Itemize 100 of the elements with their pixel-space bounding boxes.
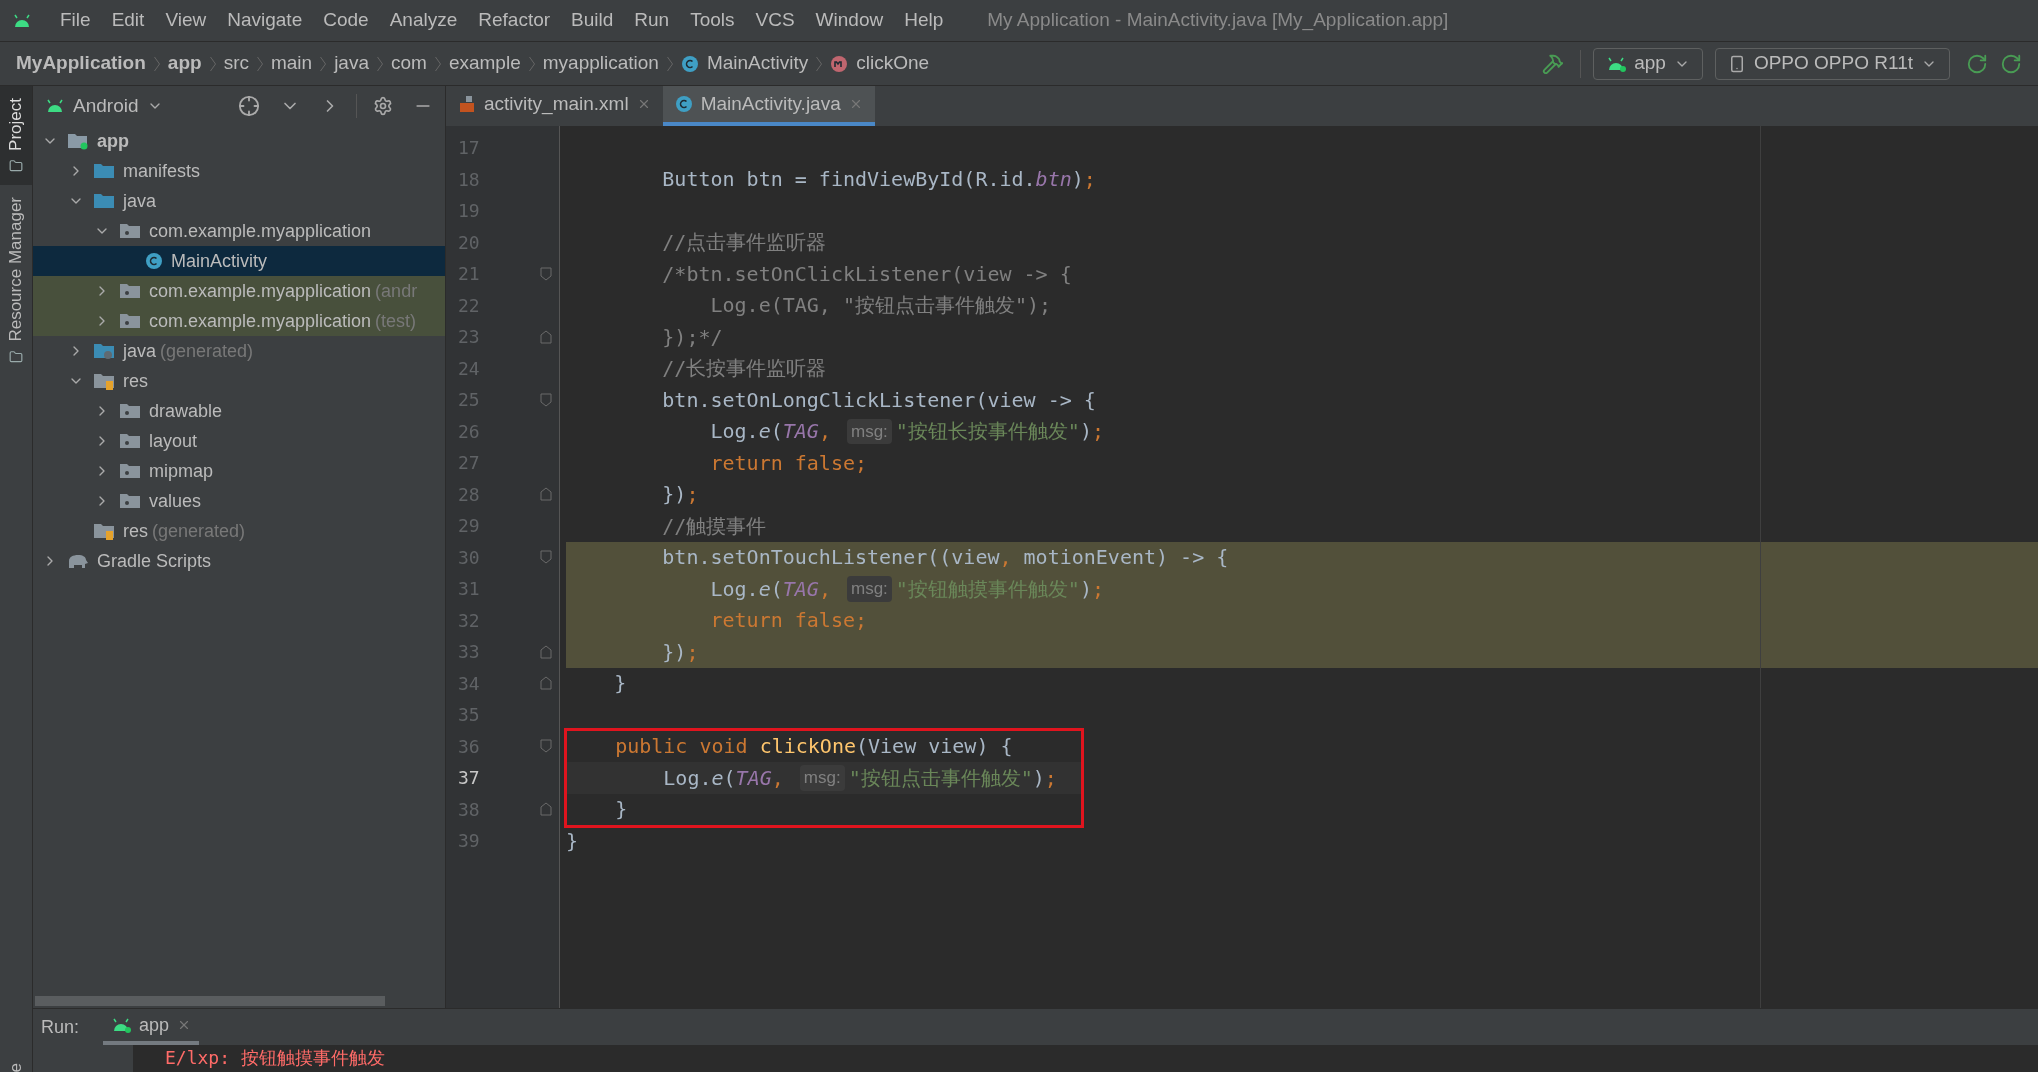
- breadcrumb-item[interactable]: java: [334, 49, 369, 78]
- separator-icon: [256, 55, 263, 72]
- tree-item-label: com.example.myapplication: [149, 279, 372, 303]
- run-label: Run:: [41, 1015, 80, 1039]
- tool-window-tab[interactable]: Project: [0, 86, 32, 185]
- restart-arrow-icon[interactable]: [1966, 52, 1988, 75]
- scrollbar[interactable]: [35, 996, 385, 1006]
- line-number: 37: [458, 766, 480, 791]
- fold-end-icon[interactable]: [539, 644, 552, 659]
- menu-item[interactable]: Edit: [111, 6, 145, 35]
- breadcrumb-item[interactable]: clickOne: [856, 49, 930, 78]
- tree-item[interactable]: manifests: [33, 156, 445, 186]
- folder-icon: [93, 162, 115, 180]
- separator-icon: [377, 55, 383, 72]
- separator-icon: [666, 55, 673, 72]
- menu-item[interactable]: File: [60, 6, 91, 35]
- generated-folder-icon: [93, 342, 115, 360]
- tree-item-label: com.example.myapplication: [149, 309, 372, 333]
- tool-window-tab[interactable]: Resource Manager: [0, 184, 32, 376]
- menu-item[interactable]: Tools: [690, 6, 735, 35]
- view-dropdown[interactable]: Android: [45, 91, 163, 121]
- separator-icon: [434, 55, 441, 72]
- menu-item[interactable]: Analyze: [389, 6, 458, 35]
- device-dropdown[interactable]: OPPO OPPO R11t: [1714, 47, 1950, 80]
- menu-item[interactable]: Run: [634, 6, 670, 35]
- code-text: }: [613, 670, 627, 698]
- separator-icon: [153, 55, 160, 72]
- tree-item[interactable]: res: [33, 366, 445, 396]
- separator-icon: [528, 55, 535, 72]
- fold-icon[interactable]: [539, 266, 552, 281]
- tree-item[interactable]: com.example.myapplication (andr: [33, 276, 445, 306]
- tree-item[interactable]: java: [33, 186, 445, 216]
- locate-icon[interactable]: [238, 95, 260, 117]
- fold-icon[interactable]: [539, 392, 552, 407]
- fold-icon[interactable]: [539, 550, 552, 565]
- separator-icon: [209, 55, 216, 72]
- tree-item-label: res: [123, 519, 148, 543]
- breadcrumb-item[interactable]: src: [223, 49, 249, 78]
- breadcrumb-item[interactable]: com: [391, 49, 427, 78]
- package-folder-icon: [119, 282, 141, 300]
- fold-end-icon[interactable]: [539, 329, 552, 344]
- breadcrumb-item[interactable]: main: [270, 49, 313, 78]
- code-text: });: [661, 638, 699, 666]
- tree-item[interactable]: MainActivity: [33, 246, 445, 276]
- android-icon: [1606, 55, 1627, 72]
- menu-item[interactable]: Code: [323, 6, 369, 35]
- tree-item-label: java: [123, 339, 157, 363]
- android-icon: [111, 1017, 132, 1033]
- fold-end-icon[interactable]: [539, 487, 552, 502]
- editor-tab[interactable]: MainActivity.java: [662, 86, 875, 126]
- menu-item[interactable]: View: [165, 6, 207, 35]
- tree-item-suffix: (generated): [160, 339, 254, 363]
- fold-icon[interactable]: [539, 739, 552, 754]
- menu-item[interactable]: Window: [815, 6, 884, 35]
- breadcrumb-item[interactable]: myapplication: [542, 49, 659, 78]
- menu-item[interactable]: Help: [904, 6, 944, 35]
- tree-item[interactable]: layout: [33, 426, 445, 456]
- fold-end-icon[interactable]: [539, 676, 552, 691]
- code-text: //点击事件监听器: [661, 229, 827, 257]
- package-folder-icon: [119, 432, 141, 450]
- tree-item[interactable]: com.example.myapplication: [33, 216, 445, 246]
- tree-item[interactable]: mipmap: [33, 456, 445, 486]
- breadcrumb-item[interactable]: app: [167, 49, 202, 78]
- menu-item[interactable]: Navigate: [227, 6, 303, 35]
- menu-item[interactable]: Refactor: [478, 6, 551, 35]
- class-icon: [680, 54, 699, 73]
- breadcrumb-item[interactable]: MainActivity: [706, 49, 809, 78]
- tree-item[interactable]: drawable: [33, 396, 445, 426]
- tree-item-label: Gradle Scripts: [97, 549, 212, 573]
- tree-item-label: MainActivity: [171, 249, 268, 273]
- tree-item-suffix: (generated): [152, 519, 246, 543]
- tree-item[interactable]: Gradle Scripts: [33, 546, 445, 576]
- window-title: My Application - MainActivity.java [My_Application.app]: [987, 8, 1449, 33]
- breadcrumb-item[interactable]: MyApplication: [16, 49, 146, 78]
- restart-arrow-icon[interactable]: [2000, 52, 2022, 75]
- code-text: Log.e(TAG, msg: "按钮点击事件触发");: [662, 764, 1057, 793]
- module-dropdown[interactable]: app: [1593, 47, 1703, 80]
- menu-item[interactable]: Build: [571, 6, 614, 35]
- code-text: public void clickOne(View view) {: [614, 733, 1013, 761]
- editor-tab[interactable]: activity_main.xml: [446, 86, 663, 126]
- xml-file-icon: [458, 95, 476, 113]
- menu-item[interactable]: VCS: [755, 6, 795, 35]
- tree-item[interactable]: com.example.myapplication (test): [33, 306, 445, 336]
- class-icon: [145, 252, 163, 270]
- fold-end-icon[interactable]: [539, 802, 552, 817]
- tree-item[interactable]: values: [33, 486, 445, 516]
- breadcrumb-item[interactable]: example: [448, 49, 521, 78]
- code-text: Log.e(TAG, "按钮点击事件触发");: [709, 292, 1052, 320]
- android-icon: [45, 98, 65, 114]
- hammer-icon[interactable]: [1542, 52, 1565, 75]
- code-text: });: [661, 481, 699, 509]
- tree-item[interactable]: java (generated): [33, 336, 445, 366]
- elephant-icon: [67, 552, 89, 570]
- code-text: Log.e(TAG, msg: "按钮长按事件触发");: [709, 417, 1104, 446]
- tree-item[interactable]: app: [33, 126, 445, 156]
- package-folder-icon: [119, 492, 141, 510]
- android-logo-icon: [12, 12, 32, 29]
- tree-item[interactable]: res (generated): [33, 516, 445, 546]
- settings-icon[interactable]: [373, 96, 393, 116]
- tool-window-label[interactable]: e: [3, 1062, 29, 1072]
